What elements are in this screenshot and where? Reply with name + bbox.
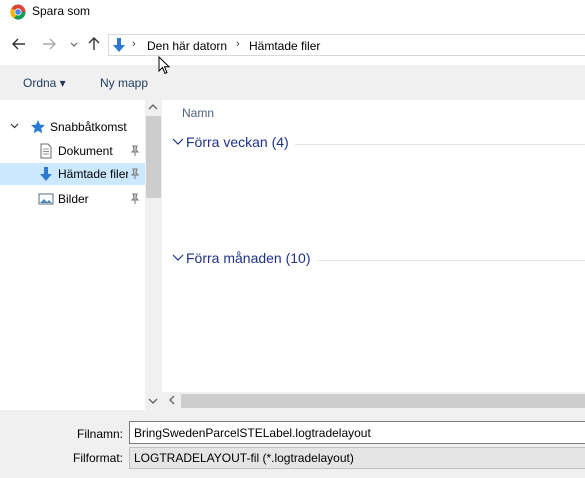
sidebar-item-pictures[interactable]: Bilder (0, 188, 145, 210)
group-label: Förra veckan (4) (186, 134, 295, 150)
sidebar-item-downloads[interactable]: Hämtade filer (0, 163, 145, 185)
filename-label: Filnamn: (76, 427, 123, 441)
window-title: Spara som (32, 4, 91, 18)
navigation-bar: › Den här datorn › Hämtade filer (0, 25, 585, 65)
file-list-horizontal-scrollbar[interactable] (162, 392, 585, 410)
filename-input[interactable] (129, 421, 585, 444)
scroll-left-icon[interactable] (168, 395, 176, 408)
group-last-week[interactable]: Förra veckan (4) (172, 134, 585, 154)
pin-icon (130, 168, 140, 179)
sidebar-item-quick-access[interactable]: Snabbåtkomst (0, 116, 145, 138)
filetype-select[interactable]: LOGTRADELAYOUT-fil (*.logtradelayout) (129, 447, 585, 469)
command-toolbar: Ordna ▾ Ny mapp (0, 65, 585, 100)
chevron-down-icon (172, 251, 184, 266)
mouse-cursor-icon (158, 56, 171, 75)
filetype-label: Filformat: (72, 451, 123, 465)
recent-locations-button[interactable] (66, 37, 82, 53)
chevron-down-icon (70, 42, 78, 47)
document-icon (40, 143, 52, 159)
navigation-pane: Snabbåtkomst Dokument Hämtade filer Bild… (0, 100, 145, 410)
chevron-down-icon (172, 135, 184, 150)
title-bar: Spara som (0, 0, 585, 25)
breadcrumb-this-pc[interactable]: Den här datorn (147, 39, 227, 53)
pin-icon (130, 193, 140, 204)
group-label: Förra månaden (10) (186, 250, 317, 266)
sidebar-item-label: Hämtade filer (58, 167, 128, 181)
sidebar-item-label: Snabbåtkomst (50, 120, 127, 134)
scroll-down-icon[interactable] (148, 397, 158, 407)
scrollbar-thumb[interactable] (181, 394, 585, 408)
chrome-icon (10, 4, 26, 20)
download-icon (40, 167, 52, 181)
star-icon (31, 120, 45, 134)
sidebar-item-documents[interactable]: Dokument (0, 140, 145, 162)
sidebar-item-label: Bilder (58, 192, 89, 206)
arrow-right-icon (43, 38, 56, 50)
chevron-right-icon: › (236, 38, 240, 50)
sidebar-item-label: Dokument (58, 144, 113, 158)
arrow-up-icon (88, 37, 100, 50)
scroll-up-icon[interactable] (148, 103, 158, 113)
organize-button[interactable]: Ordna ▾ (23, 76, 66, 90)
up-button[interactable] (86, 37, 102, 53)
expand-chevron-icon[interactable] (10, 121, 19, 133)
file-list: Namn Förra veckan (4) Förra månaden (10) (162, 100, 585, 392)
column-header-name[interactable]: Namn (182, 106, 214, 120)
pin-icon (130, 145, 140, 156)
chevron-right-icon: › (132, 38, 136, 50)
new-folder-button[interactable]: Ny mapp (100, 76, 148, 90)
group-last-month[interactable]: Förra månaden (10) (172, 250, 585, 270)
download-icon (113, 38, 125, 52)
address-bar[interactable]: › Den här datorn › Hämtade filer (108, 34, 585, 56)
sidebar-vertical-scrollbar[interactable] (145, 100, 162, 410)
breadcrumb-downloads[interactable]: Hämtade filer (249, 39, 320, 53)
scrollbar-thumb[interactable] (146, 116, 161, 198)
arrow-left-icon (12, 38, 25, 50)
pictures-icon (38, 193, 54, 205)
save-options-panel: Filnamn: Filformat: LOGTRADELAYOUT-fil (… (0, 410, 585, 478)
back-button[interactable] (11, 37, 27, 53)
forward-button[interactable] (41, 37, 57, 53)
